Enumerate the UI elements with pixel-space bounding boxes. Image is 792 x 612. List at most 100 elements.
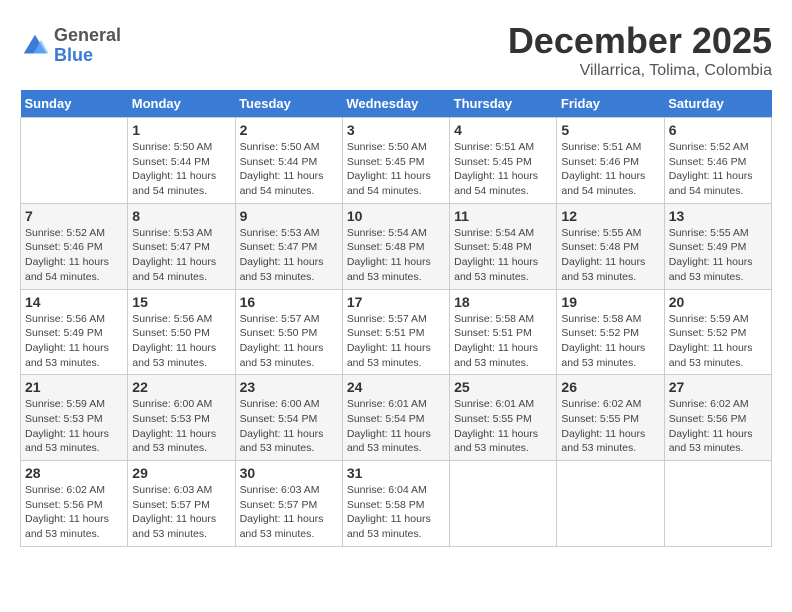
day-info: Sunrise: 6:03 AMSunset: 5:57 PMDaylight:…: [240, 483, 338, 542]
day-number: 21: [25, 379, 123, 395]
weekday-header: Saturday: [664, 90, 771, 118]
day-number: 19: [561, 294, 659, 310]
day-info: Sunrise: 5:56 AMSunset: 5:50 PMDaylight:…: [132, 312, 230, 371]
day-info: Sunrise: 5:52 AMSunset: 5:46 PMDaylight:…: [25, 226, 123, 285]
day-number: 22: [132, 379, 230, 395]
day-number: 9: [240, 208, 338, 224]
day-number: 15: [132, 294, 230, 310]
logo-blue: Blue: [54, 46, 121, 66]
day-info: Sunrise: 5:58 AMSunset: 5:51 PMDaylight:…: [454, 312, 552, 371]
calendar-week-row: 7 Sunrise: 5:52 AMSunset: 5:46 PMDaylight…: [21, 203, 772, 289]
day-number: 4: [454, 122, 552, 138]
calendar-cell: 11Sunrise: 5:54 AMSunset: 5:48 PMDayligh…: [450, 203, 557, 289]
calendar-cell: 25 Sunrise: 6:01 AMSunset: 5:55 PMDayligh…: [450, 375, 557, 461]
day-number: 23: [240, 379, 338, 395]
calendar-cell: [557, 461, 664, 547]
day-number: 27: [669, 379, 767, 395]
calendar-week-row: 1 Sunrise: 5:50 AMSunset: 5:44 PMDaylight…: [21, 118, 772, 204]
calendar-week-row: 21 Sunrise: 5:59 AMSunset: 5:53 PMDayligh…: [21, 375, 772, 461]
weekday-header: Sunday: [21, 90, 128, 118]
calendar-cell: 7 Sunrise: 5:52 AMSunset: 5:46 PMDaylight…: [21, 203, 128, 289]
logo: General Blue: [20, 26, 121, 66]
day-info: Sunrise: 5:59 AMSunset: 5:52 PMDaylight:…: [669, 312, 767, 371]
month-title: December 2025: [508, 20, 772, 62]
page-header: General Blue December 2025 Villarrica, T…: [20, 20, 772, 80]
day-number: 6: [669, 122, 767, 138]
calendar-cell: 17 Sunrise: 5:57 AMSunset: 5:51 PMDayligh…: [342, 289, 449, 375]
logo-text: General Blue: [54, 26, 121, 66]
day-info: Sunrise: 5:57 AMSunset: 5:50 PMDaylight:…: [240, 312, 338, 371]
calendar-cell: 20 Sunrise: 5:59 AMSunset: 5:52 PMDayligh…: [664, 289, 771, 375]
calendar-cell: 28 Sunrise: 6:02 AMSunset: 5:56 PMDayligh…: [21, 461, 128, 547]
day-info: Sunrise: 5:50 AMSunset: 5:44 PMDaylight:…: [240, 140, 338, 199]
logo-icon: [20, 31, 50, 61]
day-info: Sunrise: 5:54 AMSunset: 5:48 PMDaylight:…: [454, 226, 552, 285]
day-number: 25: [454, 379, 552, 395]
calendar-cell: 2Sunrise: 5:50 AMSunset: 5:44 PMDaylight…: [235, 118, 342, 204]
calendar-cell: 13 Sunrise: 5:55 AMSunset: 5:49 PMDayligh…: [664, 203, 771, 289]
day-info: Sunrise: 5:55 AMSunset: 5:48 PMDaylight:…: [561, 226, 659, 285]
day-info: Sunrise: 6:01 AMSunset: 5:55 PMDaylight:…: [454, 397, 552, 456]
calendar-cell: 22Sunrise: 6:00 AMSunset: 5:53 PMDayligh…: [128, 375, 235, 461]
day-number: 28: [25, 465, 123, 481]
weekday-header: Tuesday: [235, 90, 342, 118]
calendar-cell: 15 Sunrise: 5:56 AMSunset: 5:50 PMDayligh…: [128, 289, 235, 375]
day-info: Sunrise: 5:53 AMSunset: 5:47 PMDaylight:…: [132, 226, 230, 285]
day-info: Sunrise: 6:02 AMSunset: 5:56 PMDaylight:…: [25, 483, 123, 542]
calendar-week-row: 28 Sunrise: 6:02 AMSunset: 5:56 PMDayligh…: [21, 461, 772, 547]
day-info: Sunrise: 5:53 AMSunset: 5:47 PMDaylight:…: [240, 226, 338, 285]
weekday-header: Thursday: [450, 90, 557, 118]
day-info: Sunrise: 5:59 AMSunset: 5:53 PMDaylight:…: [25, 397, 123, 456]
day-info: Sunrise: 6:02 AMSunset: 5:55 PMDaylight:…: [561, 397, 659, 456]
day-number: 20: [669, 294, 767, 310]
day-number: 24: [347, 379, 445, 395]
day-info: Sunrise: 6:03 AMSunset: 5:57 PMDaylight:…: [132, 483, 230, 542]
day-number: 31: [347, 465, 445, 481]
day-number: 3: [347, 122, 445, 138]
calendar-cell: 19 Sunrise: 5:58 AMSunset: 5:52 PMDayligh…: [557, 289, 664, 375]
calendar-cell: 9 Sunrise: 5:53 AMSunset: 5:47 PMDaylight…: [235, 203, 342, 289]
calendar-cell: 1 Sunrise: 5:50 AMSunset: 5:44 PMDaylight…: [128, 118, 235, 204]
day-number: 7: [25, 208, 123, 224]
calendar-cell: 5Sunrise: 5:51 AMSunset: 5:46 PMDaylight…: [557, 118, 664, 204]
day-info: Sunrise: 6:01 AMSunset: 5:54 PMDaylight:…: [347, 397, 445, 456]
calendar-cell: 24 Sunrise: 6:01 AMSunset: 5:54 PMDayligh…: [342, 375, 449, 461]
calendar-cell: 30Sunrise: 6:03 AMSunset: 5:57 PMDayligh…: [235, 461, 342, 547]
day-info: Sunrise: 5:55 AMSunset: 5:49 PMDaylight:…: [669, 226, 767, 285]
weekday-header: Monday: [128, 90, 235, 118]
calendar-cell: [21, 118, 128, 204]
day-info: Sunrise: 5:52 AMSunset: 5:46 PMDaylight:…: [669, 140, 767, 199]
weekday-header: Wednesday: [342, 90, 449, 118]
day-info: Sunrise: 5:50 AMSunset: 5:44 PMDaylight:…: [132, 140, 230, 199]
day-number: 26: [561, 379, 659, 395]
day-number: 1: [132, 122, 230, 138]
day-number: 12: [561, 208, 659, 224]
calendar-cell: 3 Sunrise: 5:50 AMSunset: 5:45 PMDaylight…: [342, 118, 449, 204]
calendar-cell: 10 Sunrise: 5:54 AMSunset: 5:48 PMDayligh…: [342, 203, 449, 289]
day-number: 13: [669, 208, 767, 224]
calendar-cell: 26 Sunrise: 6:02 AMSunset: 5:55 PMDayligh…: [557, 375, 664, 461]
calendar-cell: 31Sunrise: 6:04 AMSunset: 5:58 PMDayligh…: [342, 461, 449, 547]
title-section: December 2025 Villarrica, Tolima, Colomb…: [508, 20, 772, 80]
calendar-table: SundayMondayTuesdayWednesdayThursdayFrid…: [20, 90, 772, 547]
day-info: Sunrise: 6:00 AMSunset: 5:54 PMDaylight:…: [240, 397, 338, 456]
calendar-cell: 16Sunrise: 5:57 AMSunset: 5:50 PMDayligh…: [235, 289, 342, 375]
calendar-cell: 21 Sunrise: 5:59 AMSunset: 5:53 PMDayligh…: [21, 375, 128, 461]
calendar-cell: 6 Sunrise: 5:52 AMSunset: 5:46 PMDaylight…: [664, 118, 771, 204]
day-number: 8: [132, 208, 230, 224]
day-info: Sunrise: 5:50 AMSunset: 5:45 PMDaylight:…: [347, 140, 445, 199]
day-number: 29: [132, 465, 230, 481]
calendar-cell: 23 Sunrise: 6:00 AMSunset: 5:54 PMDayligh…: [235, 375, 342, 461]
calendar-cell: 27Sunrise: 6:02 AMSunset: 5:56 PMDayligh…: [664, 375, 771, 461]
day-info: Sunrise: 5:57 AMSunset: 5:51 PMDaylight:…: [347, 312, 445, 371]
weekday-header: Friday: [557, 90, 664, 118]
calendar-cell: 8 Sunrise: 5:53 AMSunset: 5:47 PMDaylight…: [128, 203, 235, 289]
day-number: 17: [347, 294, 445, 310]
day-info: Sunrise: 5:58 AMSunset: 5:52 PMDaylight:…: [561, 312, 659, 371]
day-info: Sunrise: 5:54 AMSunset: 5:48 PMDaylight:…: [347, 226, 445, 285]
calendar-cell: 29 Sunrise: 6:03 AMSunset: 5:57 PMDayligh…: [128, 461, 235, 547]
day-info: Sunrise: 5:51 AMSunset: 5:45 PMDaylight:…: [454, 140, 552, 199]
day-info: Sunrise: 5:56 AMSunset: 5:49 PMDaylight:…: [25, 312, 123, 371]
day-number: 10: [347, 208, 445, 224]
calendar-cell: [664, 461, 771, 547]
